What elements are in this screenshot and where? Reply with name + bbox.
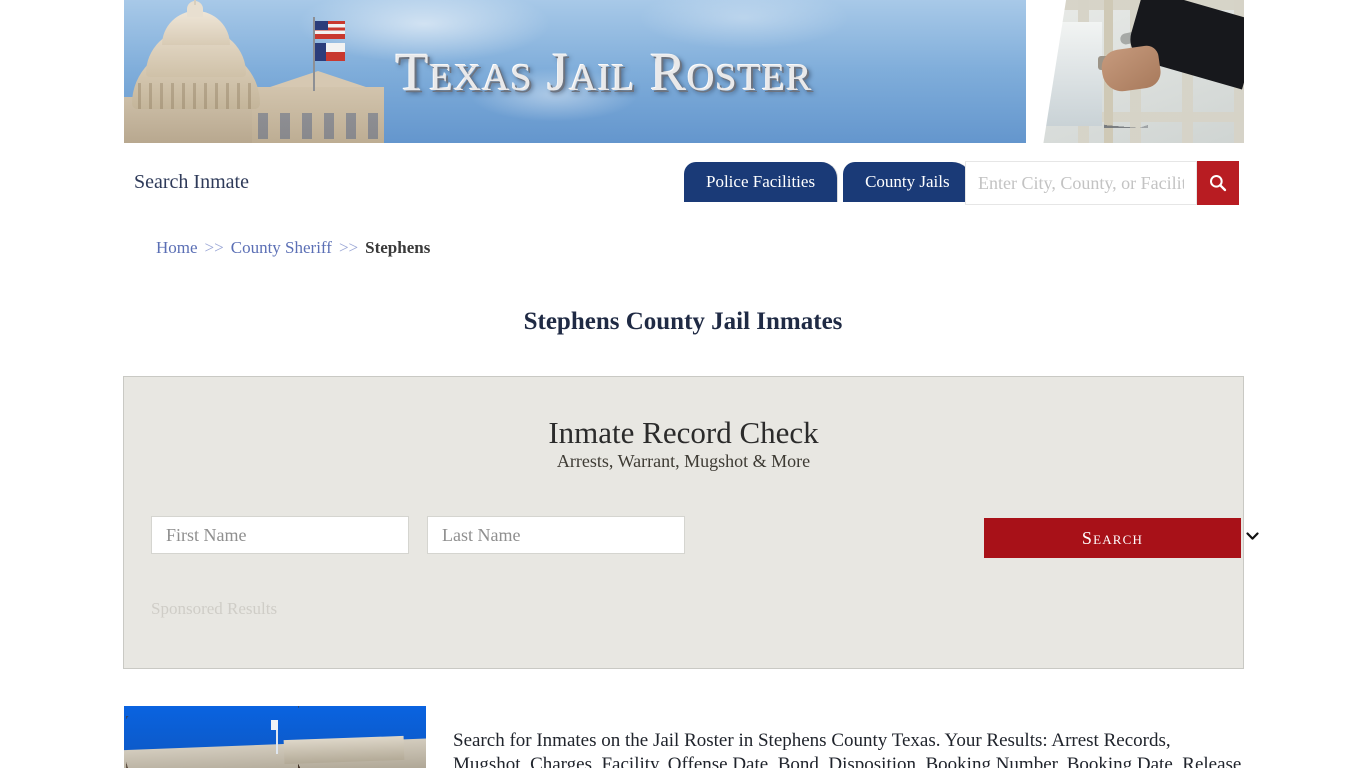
first-name-input[interactable]: [151, 516, 409, 554]
page-title: Stephens County Jail Inmates: [523, 307, 843, 335]
facility-search-box: [965, 161, 1197, 205]
tab-county-jails[interactable]: County Jails: [843, 162, 972, 202]
facility-search-button[interactable]: [1197, 161, 1239, 205]
panel-subtitle: Arrests, Warrant, Mugshot & More: [556, 451, 811, 471]
site-brand[interactable]: Search Inmate: [134, 171, 249, 194]
county-courthouse-thumbnail[interactable]: [124, 706, 426, 768]
us-flag-icon: [315, 21, 345, 39]
breadcrumb-current: Stephens: [365, 238, 431, 257]
breadcrumb-link-county-sheriff[interactable]: County Sheriff: [231, 238, 332, 257]
page-root: Texas Jail Roster Search Inmate Police F…: [0, 0, 1366, 768]
sponsored-results-label: Sponsored Results: [151, 599, 278, 618]
facility-search-input[interactable]: [966, 162, 1196, 204]
inmate-search-form: Texas Search: [151, 516, 1259, 558]
last-name-input[interactable]: [427, 516, 685, 554]
breadcrumb-separator: >>: [338, 238, 359, 257]
inmate-record-check-panel: Inmate Record Check Arrests, Warrant, Mu…: [123, 376, 1259, 669]
navbar: Search Inmate Police Facilities County Ja…: [124, 143, 1244, 221]
breadcrumb: Home >> County Sheriff >> Stephens: [156, 238, 430, 258]
banner-title: Texas Jail Roster: [395, 42, 813, 102]
panel-title: Inmate Record Check: [548, 415, 819, 450]
breadcrumb-separator: >>: [204, 238, 224, 257]
search-icon: [1209, 174, 1227, 192]
chevron-down-icon: [1246, 532, 1259, 540]
breadcrumb-link-home[interactable]: Home: [156, 238, 198, 257]
page-description: Search for Inmates on the Jail Roster in…: [453, 730, 1242, 768]
tab-police-facilities[interactable]: Police Facilities: [684, 162, 838, 202]
inmate-search-button[interactable]: Search: [984, 518, 1241, 558]
nav-tabs: Police Facilities County Jails: [684, 162, 978, 202]
site-banner: Texas Jail Roster: [124, 0, 1244, 143]
